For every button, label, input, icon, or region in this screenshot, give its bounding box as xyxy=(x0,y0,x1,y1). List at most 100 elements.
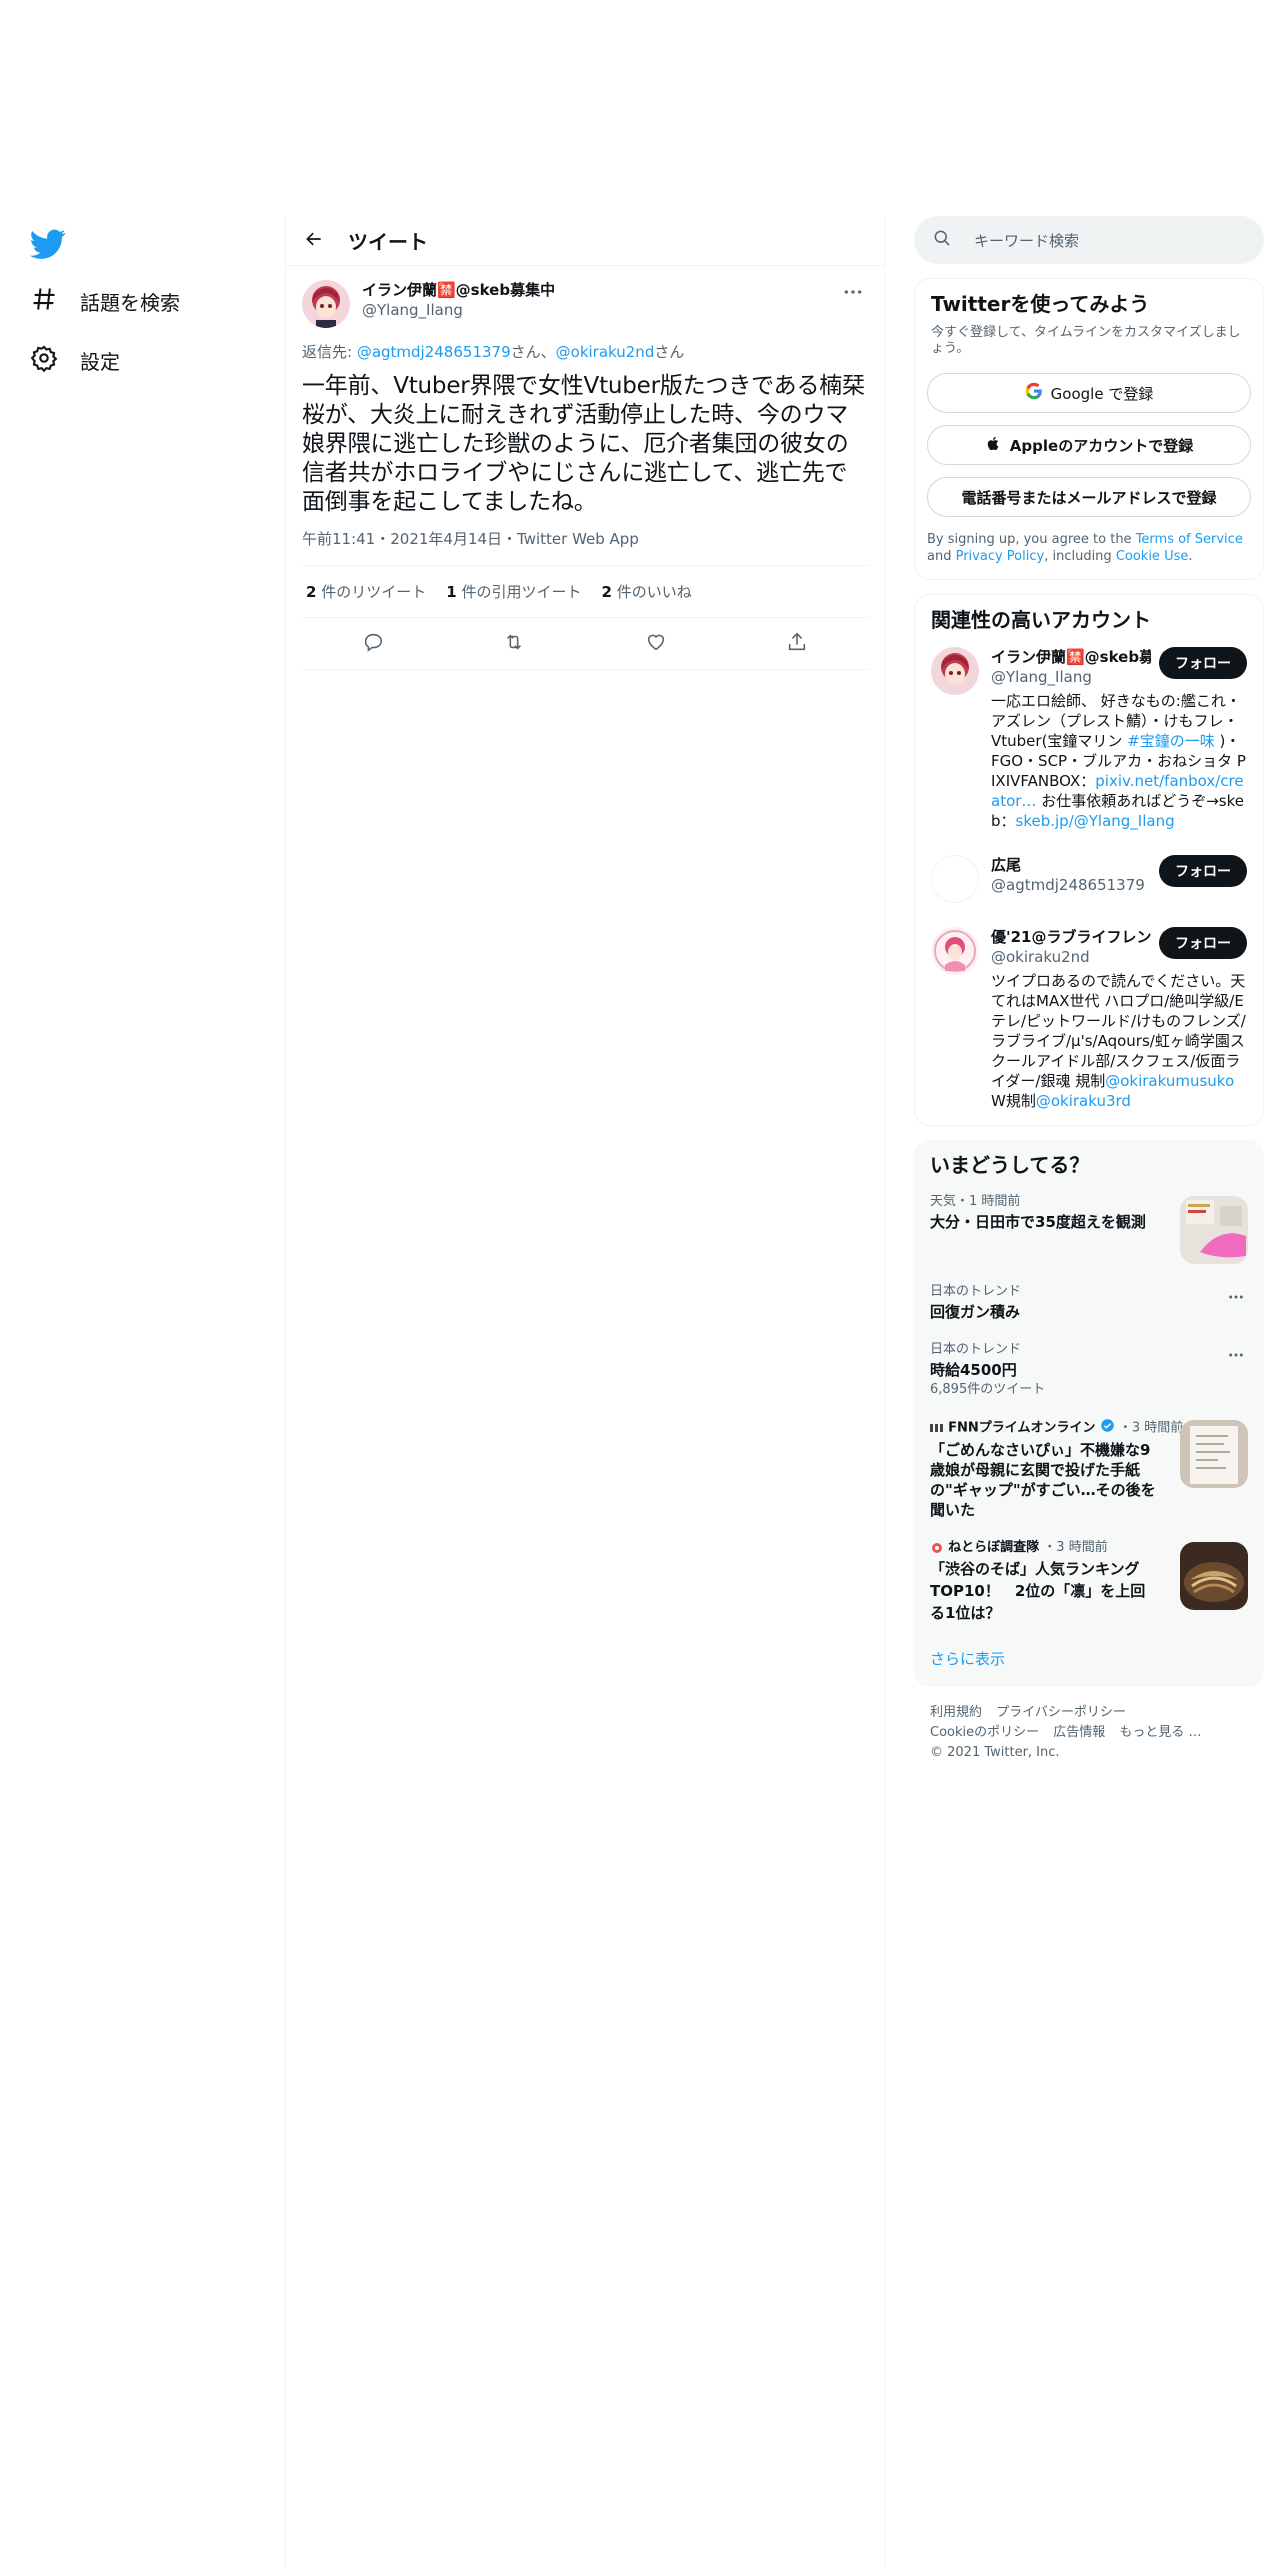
main-column: ツイート イラン伊蘭🈲@skeb募集中 @Ylang_Ilang 返信先: @a… xyxy=(285,216,885,2568)
verified-badge-icon xyxy=(1100,1418,1115,1438)
share-button[interactable] xyxy=(777,624,817,664)
trend-item[interactable]: 日本のトレンド 時給4500円 6,895件のツイート xyxy=(914,1332,1264,1408)
phone-signup-label: 電話番号またはメールアドレスで登録 xyxy=(961,488,1217,507)
reply-prefix: 返信先: xyxy=(302,343,357,361)
retweet-stat[interactable]: 2 件のリツイート xyxy=(306,581,426,602)
follow-button[interactable]: フォロー xyxy=(1159,855,1247,887)
google-signup-label: Google で登録 xyxy=(1050,384,1154,403)
news-title: 「ごめんなさいぴぃ」不機嫌な9歳娘が母親に玄関で投げた手紙の"ギャップ"がすごい… xyxy=(930,1441,1156,1519)
hashtag-icon xyxy=(30,285,58,318)
trend-thumbnail xyxy=(1180,1196,1248,1264)
cookie-link[interactable]: Cookie Use xyxy=(1116,549,1189,564)
trends-title: いまどうしてる？ xyxy=(930,1153,1090,1177)
account-item[interactable]: イラン伊蘭🈲@skeb募集中 @Ylang_Ilang 一応エロ絵師、 好きなも… xyxy=(915,635,1263,843)
hashtag-link[interactable]: #宝鐘の一味 xyxy=(1127,732,1215,750)
copyright: © 2021 Twitter, Inc. xyxy=(930,1745,1060,1760)
reply-user-link[interactable]: @agtmdj248651379 xyxy=(357,343,511,361)
phone-email-signup-button[interactable]: 電話番号またはメールアドレスで登録 xyxy=(927,477,1251,517)
avatar[interactable] xyxy=(931,927,979,975)
reply-context: 返信先: @agtmdj248651379さん、@okiraku2ndさん xyxy=(302,342,868,362)
nav-settings-label: 設定 xyxy=(80,349,120,374)
google-signup-button[interactable]: Google で登録 xyxy=(927,373,1251,413)
news-title: 「渋谷のそば」人気ランキングTOP10！ 2位の「凛」を上回る1位は？ xyxy=(930,1560,1146,1622)
trend-item[interactable]: 天気・1 時間前 大分・日田市で35度超えを観測 xyxy=(914,1184,1264,1274)
author-name[interactable]: イラン伊蘭🈲@skeb募集中 xyxy=(362,280,555,300)
reply-user-link[interactable]: @okiraku2nd xyxy=(556,343,655,361)
nav-settings[interactable]: 設定 xyxy=(30,335,120,385)
google-icon xyxy=(1025,382,1043,404)
news-item[interactable]: ねとらぼ調査隊 ・3 時間前 「渋谷のそば」人気ランキングTOP10！ 2位の「… xyxy=(914,1530,1264,1634)
search-input[interactable]: キーワード検索 xyxy=(974,230,1079,251)
author-avatar[interactable] xyxy=(302,280,350,328)
mention-link[interactable]: @okiraku3rd xyxy=(1036,1092,1131,1110)
account-name[interactable]: 優'21@ラブライフレンズ xyxy=(991,927,1151,947)
author-handle[interactable]: @Ylang_Ilang xyxy=(362,300,555,320)
trend-title: 時給4500円 xyxy=(930,1361,1017,1379)
news-thumbnail xyxy=(1180,1542,1248,1610)
arrow-left-icon xyxy=(304,229,324,253)
trend-title: 回復ガン積み xyxy=(930,1303,1021,1321)
footer-link-terms[interactable]: 利用規約 xyxy=(930,1705,982,1720)
more-options-button[interactable] xyxy=(838,278,868,302)
account-name[interactable]: イラン伊蘭🈲@skeb募集中 xyxy=(991,647,1151,667)
reply-button[interactable] xyxy=(353,624,393,664)
account-bio: 一応エロ絵師、 好きなもの:艦これ・アズレン（プレスト鯖）・けもフレ・Vtube… xyxy=(991,692,1246,830)
footer: 利用規約 プライバシーポリシー Cookieのポリシー 広告情報 もっと見る …… xyxy=(914,1687,1264,1779)
back-button[interactable] xyxy=(286,216,342,266)
share-icon xyxy=(786,631,808,657)
signup-description: 今すぐ登録して、タイムラインをカスタマイズしましょう。 xyxy=(931,325,1241,356)
tweet-timestamp[interactable]: 午前11:41・2021年4月14日・Twitter Web App xyxy=(302,529,868,566)
footer-link-ads[interactable]: 広告情報 xyxy=(1053,1725,1105,1740)
reply-suffix: さん xyxy=(654,343,685,361)
related-accounts-card: 関連性の高いアカウント イラン伊蘭🈲@skeb募集中 @Ylang_Ilang … xyxy=(914,594,1264,1126)
related-title: 関連性の高いアカウント xyxy=(931,608,1151,632)
trend-more-button[interactable] xyxy=(1224,1342,1248,1362)
footer-link-privacy[interactable]: プライバシーポリシー xyxy=(996,1705,1126,1720)
trends-card: いまどうしてる？ 天気・1 時間前 大分・日田市で35度超えを観測 日本のトレン… xyxy=(914,1140,1264,1687)
follow-button[interactable]: フォロー xyxy=(1159,647,1247,679)
terms-link[interactable]: Terms of Service xyxy=(1136,532,1243,547)
search-bar[interactable]: キーワード検索 xyxy=(914,216,1264,264)
news-item[interactable]: FNNプライムオンライン ・3 時間前 「ごめんなさいぴぃ」不機嫌な9歳娘が母親… xyxy=(914,1408,1264,1530)
nav-explore-label: 話題を検索 xyxy=(80,290,180,315)
tweet-text: 一年前、Vtuber界隈で女性Vtuber版たつきである楠栞桜が、大炎上に耐えき… xyxy=(302,373,865,515)
signup-title: Twitterを使ってみよう xyxy=(931,292,1150,316)
trend-more-button[interactable] xyxy=(1224,1284,1248,1304)
news-source-logo-icon xyxy=(930,1542,944,1554)
trend-item[interactable]: 日本のトレンド 回復ガン積み xyxy=(914,1274,1264,1332)
more-dots-icon xyxy=(1228,1285,1244,1304)
trend-context: 日本のトレンド xyxy=(930,1284,1022,1299)
retweet-button[interactable] xyxy=(494,624,534,664)
apple-signup-label: Appleのアカウントで登録 xyxy=(1009,436,1194,455)
like-button[interactable] xyxy=(636,624,676,664)
nav-explore[interactable]: 話題を検索 xyxy=(30,276,180,326)
account-item[interactable]: 優'21@ラブライフレンズ @okiraku2nd ツイプロあるので読んでくださ… xyxy=(915,915,1263,1125)
news-source-logo-icon xyxy=(930,1422,944,1434)
avatar[interactable] xyxy=(931,855,979,903)
bio-link[interactable]: skeb.jp/@Ylang_Ilang xyxy=(1016,812,1175,830)
signup-card: Twitterを使ってみよう 今すぐ登録して、タイムラインをカスタマイズしましょ… xyxy=(914,278,1264,580)
apple-icon xyxy=(985,435,1002,456)
account-bio: ツイプロあるので読んでください。天てれはMAX世代 ハロプロ/絶叫学級/Eテレ/… xyxy=(991,972,1246,1110)
apple-signup-button[interactable]: Appleのアカウントで登録 xyxy=(927,425,1251,465)
footer-link-more[interactable]: もっと見る … xyxy=(1119,1725,1201,1740)
page-title: ツイート xyxy=(348,230,428,254)
follow-button[interactable]: フォロー xyxy=(1159,927,1247,959)
like-stat[interactable]: 2 件のいいね xyxy=(601,581,691,602)
footer-link-cookie[interactable]: Cookieのポリシー xyxy=(930,1725,1039,1740)
twitter-logo-icon[interactable] xyxy=(29,226,66,262)
tweet-actions xyxy=(302,618,868,670)
show-more-link[interactable]: さらに表示 xyxy=(914,1634,1264,1687)
quote-stat[interactable]: 1 件の引用ツイート xyxy=(446,581,581,602)
account-item[interactable]: 広尾 @agtmdj248651379 フォロー xyxy=(915,843,1263,915)
tweet: イラン伊蘭🈲@skeb募集中 @Ylang_Ilang 返信先: @agtmdj… xyxy=(286,266,884,670)
avatar[interactable] xyxy=(931,647,979,695)
signup-terms: By signing up, you agree to the Terms of… xyxy=(927,532,1243,564)
mention-link[interactable]: @okirakumusuko xyxy=(1105,1072,1234,1090)
retweet-icon xyxy=(503,631,525,657)
page-header: ツイート xyxy=(286,216,884,266)
heart-icon xyxy=(645,631,667,657)
privacy-link[interactable]: Privacy Policy xyxy=(956,549,1045,564)
gear-icon xyxy=(30,344,58,377)
account-name[interactable]: 広尾 xyxy=(991,855,1151,875)
